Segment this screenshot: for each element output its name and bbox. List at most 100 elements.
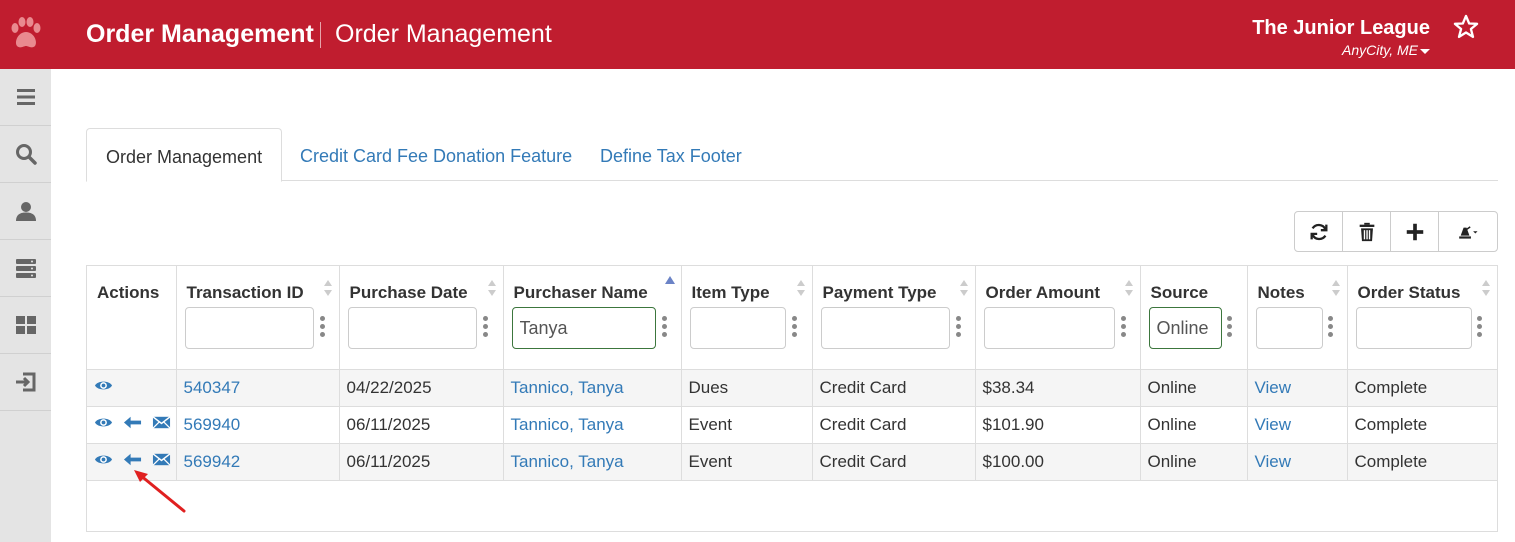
col-payment-type[interactable]: Payment Type [812,266,976,370]
email-icon[interactable] [152,414,171,431]
tab-bar: Order Management Credit Card Fee Donatio… [86,128,1498,182]
kebab-menu-icon[interactable] [482,316,489,340]
col-label: Payment Type [822,283,937,302]
col-order-amount[interactable]: Order Amount [975,266,1141,370]
org-city-dropdown[interactable]: AnyCity, ME [1342,42,1430,58]
transaction-id-cell[interactable]: 569942 [176,443,340,481]
col-purchase-date[interactable]: Purchase Date [339,266,504,370]
status-cell: Complete [1347,406,1497,444]
tab-define-tax-footer[interactable]: Define Tax Footer [581,128,761,181]
menu-icon [16,89,35,105]
payment-type-filter[interactable] [820,307,950,349]
purchaser-cell[interactable]: Tannico, Tanya [503,443,682,481]
user-icon [15,202,36,221]
sort-icon[interactable] [959,278,969,298]
purchaser-link[interactable]: Tannico, Tanya [511,415,624,434]
notes-view-link[interactable]: View [1255,415,1292,434]
tab-credit-card-fee-donation[interactable]: Credit Card Fee Donation Feature [281,128,591,181]
kebab-menu-icon[interactable] [955,316,962,340]
caret-down-icon [1420,48,1430,54]
kebab-menu-icon[interactable] [319,316,326,340]
order-amount-filter[interactable] [983,307,1115,349]
item-type-cell: Event [681,443,813,481]
notes-filter[interactable] [1255,307,1323,349]
export-icon [1459,225,1478,239]
sort-icon[interactable] [487,278,497,298]
status-cell: Complete [1347,369,1497,407]
paw-logo-icon[interactable] [8,14,44,54]
sort-asc-icon[interactable] [664,276,675,284]
purchaser-name-filter[interactable] [511,307,656,349]
source-filter[interactable] [1148,307,1222,349]
notes-view-link[interactable]: View [1255,378,1292,397]
logout-icon [15,372,35,392]
col-label: Purchaser Name [513,283,648,302]
item-type-cell: Dues [681,369,813,407]
tab-order-management[interactable]: Order Management [86,128,283,182]
purchase-date-cell: 04/22/2025 [339,369,504,407]
star-icon[interactable] [1452,13,1480,41]
refund-arrow-icon[interactable] [123,414,142,431]
delete-button[interactable] [1343,212,1391,251]
sidebar-item-dashboard[interactable] [0,297,51,354]
sidebar-item-user[interactable] [0,183,51,240]
purchaser-link[interactable]: Tannico, Tanya [511,378,624,397]
notes-view-link[interactable]: View [1255,452,1292,471]
view-icon[interactable] [94,414,113,431]
view-icon[interactable] [94,377,113,394]
purchaser-cell[interactable]: Tannico, Tanya [503,369,682,407]
purchase-date-filter[interactable] [347,307,477,349]
sort-icon[interactable] [1331,278,1341,298]
sort-icon[interactable] [1481,278,1491,298]
purchaser-cell[interactable]: Tannico, Tanya [503,406,682,444]
col-actions: Actions [87,266,177,370]
col-item-type[interactable]: Item Type [681,266,813,370]
email-icon[interactable] [152,451,171,468]
order-status-filter[interactable] [1355,307,1472,349]
org-name[interactable]: The Junior League [1252,17,1430,40]
transaction-id-link[interactable]: 540347 [184,378,241,397]
kebab-menu-icon[interactable] [1327,316,1334,340]
notes-cell[interactable]: View [1247,443,1348,481]
export-dropdown-button[interactable] [1439,212,1497,251]
col-notes[interactable]: Notes [1247,266,1348,370]
col-transaction-id[interactable]: Transaction ID [176,266,340,370]
refresh-button[interactable] [1295,212,1343,251]
sidebar-item-search[interactable] [0,126,51,183]
col-label: Actions [97,283,160,302]
sort-icon[interactable] [1124,278,1134,298]
col-label: Transaction ID [186,283,304,302]
col-label: Order Status [1357,283,1461,302]
kebab-menu-icon[interactable] [1476,316,1483,340]
sidebar-item-logout[interactable] [0,354,51,411]
col-purchaser-name[interactable]: Purchaser Name [503,266,682,370]
sidebar-item-server[interactable] [0,240,51,297]
purchaser-link[interactable]: Tannico, Tanya [511,452,624,471]
transaction-id-link[interactable]: 569942 [184,452,241,471]
search-icon [15,144,37,165]
col-source[interactable]: Source [1140,266,1248,370]
transaction-id-cell[interactable]: 540347 [176,369,340,407]
view-icon[interactable] [94,451,113,468]
kebab-menu-icon[interactable] [1226,316,1233,340]
transaction-id-link[interactable]: 569940 [184,415,241,434]
actions-cell [87,406,177,444]
transaction-id-filter[interactable] [184,307,314,349]
sort-icon[interactable] [796,278,806,298]
kebab-menu-icon[interactable] [1120,316,1127,340]
notes-cell[interactable]: View [1247,406,1348,444]
col-order-status[interactable]: Order Status [1347,266,1497,370]
kebab-menu-icon[interactable] [791,316,798,340]
notes-cell[interactable]: View [1247,369,1348,407]
refund-arrow-icon[interactable] [123,451,142,468]
add-button[interactable] [1391,212,1439,251]
sidebar-item-menu[interactable] [0,69,51,126]
kebab-menu-icon[interactable] [661,316,668,340]
transaction-id-cell[interactable]: 569940 [176,406,340,444]
sidebar [0,69,51,542]
top-bar: Order Management Order Management The Ju… [0,0,1515,69]
item-type-filter[interactable] [689,307,786,349]
source-cell: Online [1140,369,1248,407]
dashboard-grid-icon [15,316,36,334]
sort-icon[interactable] [323,278,333,298]
